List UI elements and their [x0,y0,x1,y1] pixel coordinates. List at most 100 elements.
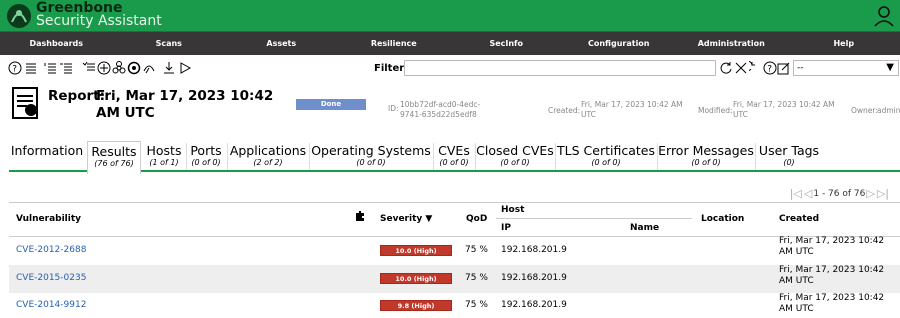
nav-scans[interactable]: Scans [113,32,226,55]
tab-operating-systems-label: Operating Systems [311,143,431,158]
svg-text:?: ? [12,65,17,75]
reset-icon[interactable] [749,61,763,75]
severity-bar: 9.8 (High) [380,300,452,311]
task-icon[interactable] [82,61,96,75]
tab-information-label: Information [10,143,84,158]
chart-icon[interactable] [142,61,156,75]
tab-results[interactable]: Results (76 of 76) [87,141,141,174]
filter-select-value: -- [797,63,804,73]
qod-value: 75 % [465,300,488,310]
tab-information[interactable]: Information [9,141,85,172]
header-vulnerability[interactable]: Vulnerability [16,214,81,224]
greenbone-logo-icon[interactable] [4,2,34,30]
nav-help[interactable]: Help [788,32,900,55]
report-tabs: Information Results (76 of 76) Hosts (1 of… [9,141,900,174]
previous-page-icon[interactable]: ◁ [804,187,812,200]
filter-select[interactable]: -- ▼ [793,60,899,76]
edit-filter-icon[interactable] [777,61,791,75]
tab-closed-cves-count: (0 of 0) [500,158,530,167]
download-icon[interactable] [162,61,176,75]
tab-results-count: (76 of 76) [94,159,134,168]
tab-divider [309,143,310,170]
vulnerability-link[interactable]: CVE-2015-0235 [16,273,86,284]
tab-ports[interactable]: Ports (0 of 0) [187,141,225,172]
tab-applications-count: (2 of 2) [253,158,283,167]
biohazard-icon[interactable] [112,61,126,75]
tab-user-tags-count: (0) [783,158,795,167]
tab-tls-certificates-count: (0 of 0) [591,158,621,167]
nav-assets[interactable]: Assets [225,32,338,55]
host-ip[interactable]: 192.168.201.9 [501,273,567,284]
severity-bar: 10.0 (High) [380,273,452,284]
list-icon[interactable] [24,61,38,75]
header-qod[interactable]: QoD [466,214,487,224]
host-ip[interactable]: 192.168.201.9 [501,300,567,311]
add-to-assets-icon[interactable] [44,61,58,75]
nav-secinfo[interactable]: SecInfo [450,32,563,55]
tab-closed-cves-label: Closed CVEs [476,143,554,158]
refresh-icon[interactable] [719,61,733,75]
created-label: Created: [548,106,581,115]
settings-icon[interactable] [127,61,141,75]
table-row: CVE-2012-2688 10.0 (High) 75 % 192.168.2… [9,236,900,265]
remove-from-assets-icon[interactable] [60,61,74,75]
main-nav: Dashboards Scans Assets Resilience SecIn… [0,32,900,55]
created-value: Fri, Mar 17, 2023 10:42 AM UTC [581,100,683,119]
status-badge: Done [296,99,366,110]
host-ip[interactable]: 192.168.201.9 [501,245,567,256]
header-severity[interactable]: Severity ▼ [380,214,432,224]
nav-configuration[interactable]: Configuration [563,32,676,55]
filter-help-icon[interactable]: ? [763,61,777,75]
top-bar: Greenbone Security Assistant [0,0,900,32]
owner-label: Owner: [851,106,878,115]
last-page-icon[interactable]: ▷| [877,187,889,200]
next-page-icon[interactable]: ▷ [866,187,874,200]
tab-error-messages-count: (0 of 0) [691,158,721,167]
start-icon[interactable] [178,61,192,75]
id-value: 10bb72df-acd0-4edc-9741-635d22d5edf8 [400,100,481,119]
table-row: CVE-2014-9912 9.8 (High) 75 % 192.168.20… [9,293,900,318]
nav-resilience[interactable]: Resilience [338,32,451,55]
pagination-text: 1 - 76 of 76 [813,188,866,199]
qod-value: 75 % [465,273,488,283]
host-header-divider [496,218,692,219]
owner-value: admin [877,106,900,115]
tab-ports-count: (0 of 0) [191,158,221,167]
clear-icon[interactable] [734,61,748,75]
nav-administration[interactable]: Administration [675,32,788,55]
report-title: Report: [48,88,105,104]
tab-applications-label: Applications [229,143,307,158]
tab-cves[interactable]: CVEs (0 of 0) [434,141,474,172]
tab-divider [227,143,228,170]
modified-label: Modified: [698,106,733,115]
first-page-icon[interactable]: |◁ [790,187,802,200]
filter-label: Filter [374,63,405,74]
tab-closed-cves[interactable]: Closed CVEs (0 of 0) [476,141,554,172]
vulnerability-link[interactable]: CVE-2014-9912 [16,300,86,311]
qod-value: 75 % [465,245,488,255]
header-name[interactable]: Name [630,223,659,233]
vulnerability-link[interactable]: CVE-2012-2688 [16,245,86,256]
tab-operating-systems[interactable]: Operating Systems (0 of 0) [311,141,431,172]
tab-user-tags[interactable]: User Tags (0) [756,141,822,172]
header-location[interactable]: Location [701,214,744,224]
nav-dashboards[interactable]: Dashboards [0,32,113,55]
tab-tls-certificates[interactable]: TLS Certificates (0 of 0) [556,141,656,172]
cpe-icon[interactable] [97,61,111,75]
header-ip[interactable]: IP [501,223,511,233]
tab-operating-systems-count: (0 of 0) [356,158,386,167]
filter-input[interactable] [404,60,716,76]
tab-error-messages[interactable]: Error Messages (0 of 0) [658,141,754,172]
report-icon [12,87,38,119]
user-icon[interactable] [872,4,896,28]
tab-hosts[interactable]: Hosts (1 of 1) [143,141,185,172]
header-created[interactable]: Created [779,214,819,224]
brand-subtitle: Security Assistant [36,13,162,29]
help-icon[interactable]: ? [8,61,22,75]
header-host: Host [501,205,525,215]
tab-cves-count: (0 of 0) [439,158,469,167]
tab-applications[interactable]: Applications (2 of 2) [229,141,307,172]
severity-bar: 10.0 (High) [380,245,452,256]
created-value: Fri, Mar 17, 2023 10:42 AM UTC [779,293,885,314]
tab-hosts-count: (1 of 1) [149,158,179,167]
